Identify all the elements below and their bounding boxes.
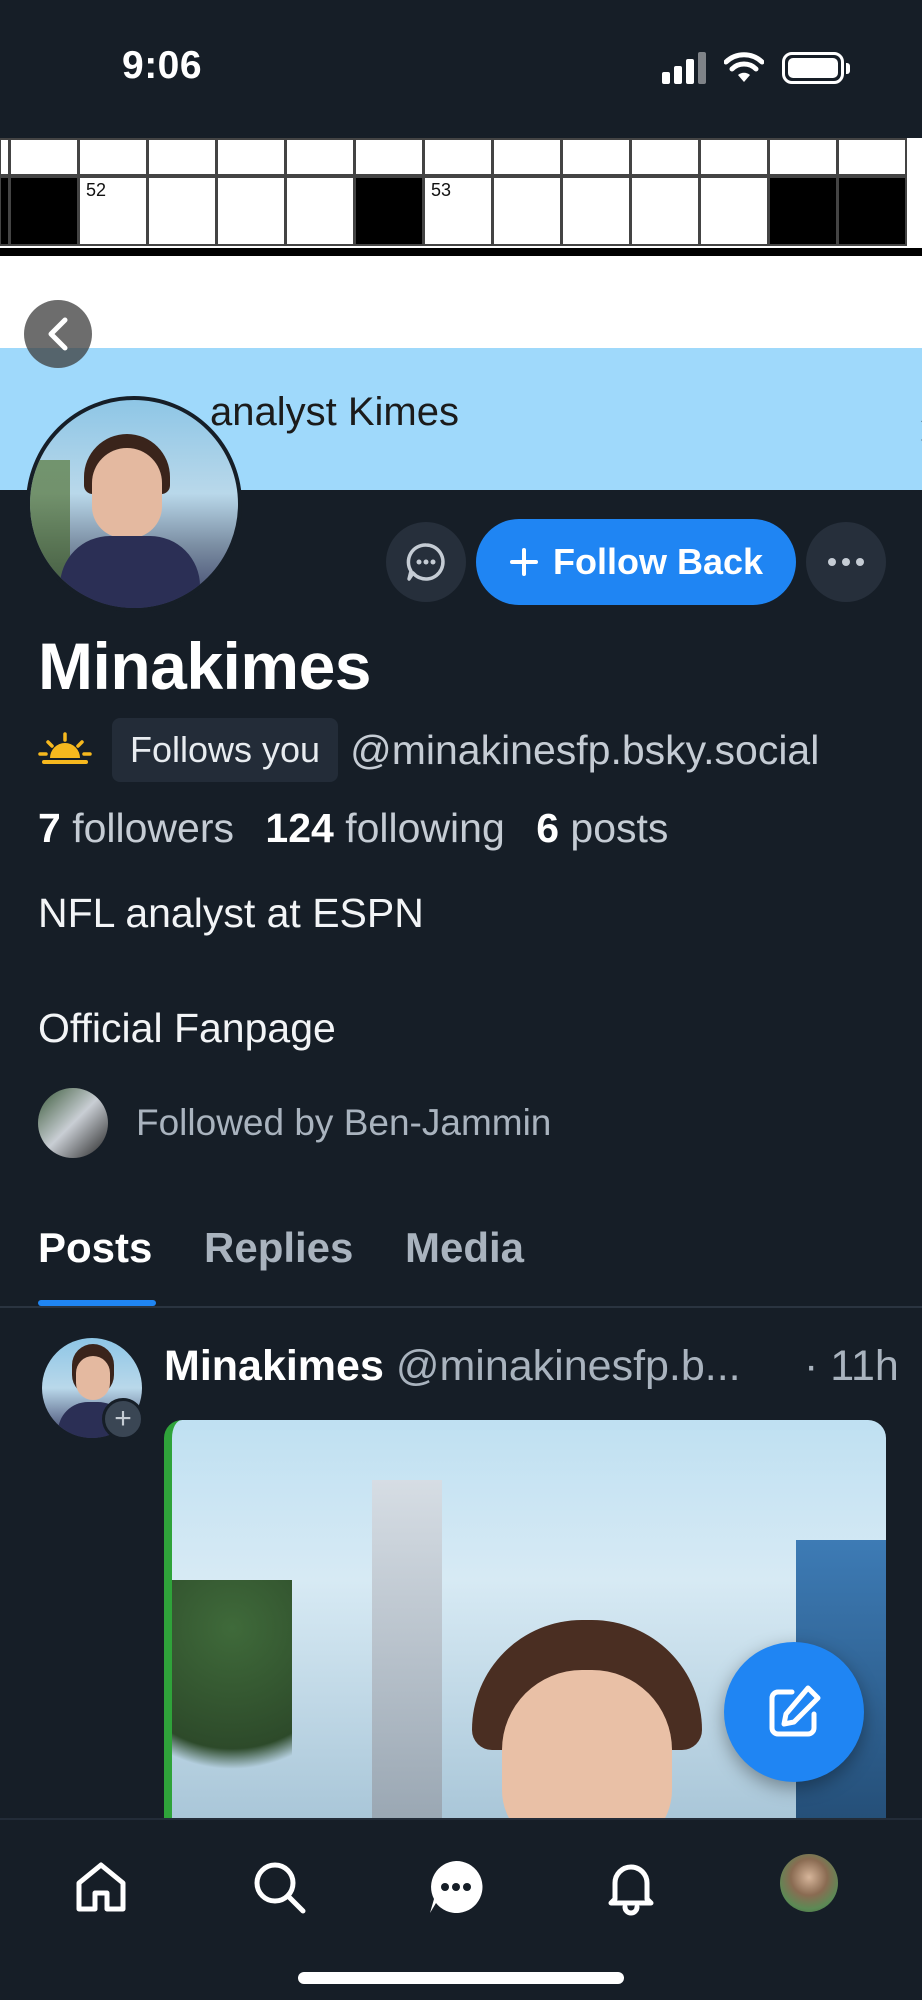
profile-meta-row: Follows you @minakinesfp.bsky.social bbox=[38, 718, 819, 782]
back-button[interactable] bbox=[24, 300, 92, 368]
followers-label: followers bbox=[72, 805, 234, 851]
active-tab-indicator bbox=[38, 1300, 156, 1306]
followers-stat[interactable]: 7 followers bbox=[38, 805, 234, 851]
display-name: Minakimes bbox=[38, 629, 371, 703]
plus-icon bbox=[509, 548, 538, 576]
bio-line-1: NFL analyst at ESPN bbox=[38, 890, 424, 936]
home-indicator bbox=[298, 1972, 624, 1984]
more-options-button[interactable] bbox=[806, 522, 886, 602]
profile-avatar[interactable] bbox=[26, 396, 242, 612]
posts-label: posts bbox=[570, 805, 669, 851]
following-label: following bbox=[345, 805, 505, 851]
post-author-handle[interactable]: @minakinesfp.b... bbox=[396, 1342, 741, 1390]
banner-text: analyst Kimes bbox=[210, 390, 459, 434]
status-bar: 9:06 bbox=[0, 0, 922, 138]
chevron-back-icon bbox=[48, 317, 68, 351]
chat-icon bbox=[430, 1860, 483, 1913]
nav-profile-avatar[interactable] bbox=[780, 1854, 838, 1912]
post-header: Minakimes @minakinesfp.b... bbox=[164, 1342, 741, 1391]
posts-count: 6 bbox=[536, 805, 559, 851]
bell-icon bbox=[608, 1864, 654, 1916]
nav-home[interactable] bbox=[66, 1852, 136, 1922]
signal-icon bbox=[662, 52, 706, 84]
compose-button[interactable] bbox=[724, 1642, 864, 1782]
follow-back-button[interactable]: Follow Back bbox=[476, 519, 796, 605]
nav-notifications[interactable] bbox=[596, 1852, 666, 1922]
wifi-icon bbox=[724, 52, 764, 82]
nav-search[interactable] bbox=[244, 1852, 314, 1922]
post-author-name[interactable]: Minakimes bbox=[164, 1342, 384, 1390]
post-timestamp: · 11h bbox=[804, 1342, 899, 1390]
follows-you-badge: Follows you bbox=[112, 718, 339, 782]
follow-back-label: Follow Back bbox=[552, 541, 764, 582]
followed-by-text: Followed by Ben-Jammin bbox=[136, 1102, 552, 1143]
profile-tabs: Posts Replies Media bbox=[0, 1218, 922, 1308]
tab-media[interactable]: Media bbox=[405, 1224, 524, 1272]
nav-chat[interactable] bbox=[421, 1852, 491, 1922]
crossword-number: 53 bbox=[431, 180, 452, 200]
crossword-number: 52 bbox=[86, 180, 107, 200]
bottom-nav bbox=[0, 1818, 922, 2000]
battery-icon bbox=[782, 52, 850, 84]
bio-line-2: Official Fanpage bbox=[38, 1005, 336, 1051]
follower-avatar bbox=[38, 1088, 108, 1158]
chat-bubble-icon bbox=[406, 543, 445, 581]
profile-handle: @minakinesfp.bsky.social bbox=[350, 726, 820, 773]
profile-stats: 7 followers 124 following 6 posts bbox=[38, 805, 668, 852]
ellipsis-icon bbox=[828, 558, 864, 566]
following-count: 124 bbox=[265, 805, 334, 851]
posts-stat: 6 posts bbox=[536, 805, 668, 851]
tab-replies[interactable]: Replies bbox=[204, 1224, 353, 1272]
followers-count: 7 bbox=[38, 805, 61, 851]
tab-posts[interactable]: Posts bbox=[38, 1224, 152, 1272]
compose-icon bbox=[769, 1685, 821, 1737]
banner-crossword: 52 53 bbox=[0, 138, 922, 256]
home-icon bbox=[76, 1862, 126, 1912]
search-icon bbox=[254, 1862, 306, 1914]
followed-by-row[interactable]: Followed by Ben-Jammin bbox=[38, 1088, 551, 1158]
plus-icon[interactable]: + bbox=[102, 1398, 144, 1440]
message-button[interactable] bbox=[386, 522, 466, 602]
following-stat[interactable]: 124 following bbox=[265, 805, 504, 851]
status-time: 9:06 bbox=[122, 44, 203, 87]
sunrise-icon bbox=[38, 732, 92, 764]
